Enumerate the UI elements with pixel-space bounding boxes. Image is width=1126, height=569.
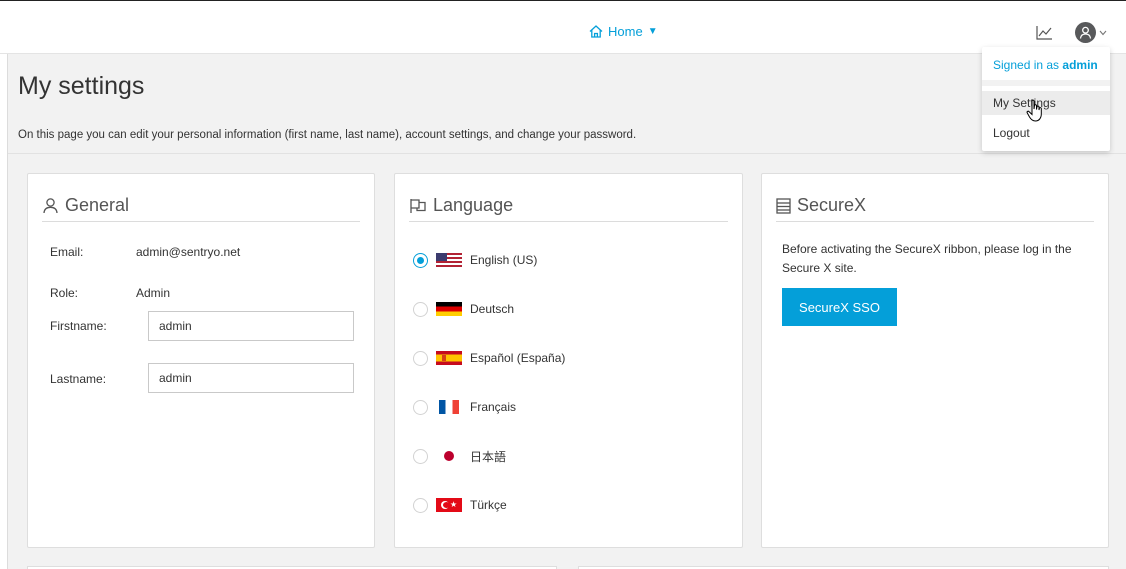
role-value: Admin — [136, 286, 171, 300]
general-card: General Email: admin@sentryo.net Role: A… — [27, 173, 375, 548]
flag-icon — [410, 198, 426, 213]
user-outline-icon — [43, 198, 58, 214]
home-icon — [589, 25, 603, 38]
language-label: 日本語 — [470, 449, 507, 464]
email-value: admin@sentryo.net — [136, 245, 241, 259]
role-label: Role: — [50, 286, 79, 300]
signed-in-username: admin — [1062, 58, 1098, 72]
user-icon — [1079, 26, 1092, 39]
language-label: Deutsch — [470, 302, 515, 316]
side-rail — [0, 54, 8, 569]
radio-japanese[interactable] — [413, 448, 428, 464]
language-card: Language English (US) Deutsch Español (E… — [394, 173, 743, 548]
user-dropdown-menu: Signed in as admin My Settings Logout — [982, 47, 1110, 151]
language-option-espanol[interactable]: Español (España) — [413, 348, 565, 368]
fr-flag-icon — [439, 400, 459, 414]
radio-deutsch[interactable] — [413, 301, 428, 317]
radio-francais[interactable] — [413, 399, 428, 415]
language-label: English (US) — [470, 253, 538, 267]
lastname-label: Lastname: — [50, 372, 107, 386]
language-option-deutsch[interactable]: Deutsch — [413, 299, 514, 319]
language-option-japanese[interactable]: 日本語 — [413, 446, 506, 466]
menu-item-logout[interactable]: Logout — [982, 121, 1110, 145]
language-card-title: Language — [433, 195, 514, 215]
line-chart-icon — [1036, 26, 1052, 40]
menu-divider — [982, 80, 1110, 86]
document-list-icon — [776, 197, 791, 214]
radio-english[interactable] — [413, 252, 428, 268]
page-title: My settings — [18, 72, 145, 100]
securex-card: SecureX Before activating the SecureX ri… — [761, 173, 1109, 548]
email-label: Email: — [50, 245, 84, 259]
securex-description: Before activating the SecureX ribbon, pl… — [782, 242, 1072, 275]
lastname-field[interactable] — [148, 363, 354, 393]
tr-flag-icon: ★ — [436, 498, 462, 512]
securex-sso-button[interactable]: SecureX SSO — [782, 288, 897, 326]
language-option-turkish[interactable]: ★ Türkçe — [413, 495, 507, 515]
caret-down-icon: ▼ — [647, 26, 658, 37]
divider — [8, 153, 1126, 154]
chevron-down-icon — [1099, 30, 1107, 35]
home-nav-button[interactable]: Home ▼ — [589, 24, 658, 39]
securex-card-header: SecureX — [776, 190, 1094, 222]
language-label: Español (España) — [470, 351, 566, 365]
radio-turkish[interactable] — [413, 497, 428, 513]
avatar — [1075, 22, 1096, 43]
firstname-label: Firstname: — [50, 319, 107, 333]
firstname-field[interactable] — [148, 311, 354, 341]
signed-in-text: Signed in as admin — [993, 58, 1098, 72]
user-menu-button[interactable] — [1075, 22, 1107, 43]
language-label: Français — [470, 400, 517, 414]
language-label: Türkçe — [470, 498, 507, 512]
hand-cursor-icon — [1026, 99, 1042, 122]
page-description: On this page you can edit your personal … — [18, 129, 637, 141]
radio-espanol[interactable] — [413, 350, 428, 366]
general-card-title: General — [65, 195, 130, 215]
jp-flag-icon — [436, 449, 462, 463]
language-option-francais[interactable]: Français — [413, 397, 516, 417]
es-flag-icon — [436, 351, 462, 365]
signed-in-prefix: Signed in as — [993, 58, 1060, 72]
language-option-english[interactable]: English (US) — [413, 250, 537, 270]
language-card-header: Language — [409, 190, 728, 222]
securex-card-title: SecureX — [797, 195, 867, 215]
us-flag-icon — [436, 253, 462, 267]
menu-item-my-settings[interactable]: My Settings — [982, 91, 1110, 115]
analytics-button[interactable] — [1036, 25, 1053, 45]
home-nav-label: Home — [608, 24, 643, 39]
general-card-header: General — [42, 190, 360, 222]
de-flag-icon — [436, 302, 462, 316]
top-bar: Home ▼ — [0, 0, 1126, 54]
